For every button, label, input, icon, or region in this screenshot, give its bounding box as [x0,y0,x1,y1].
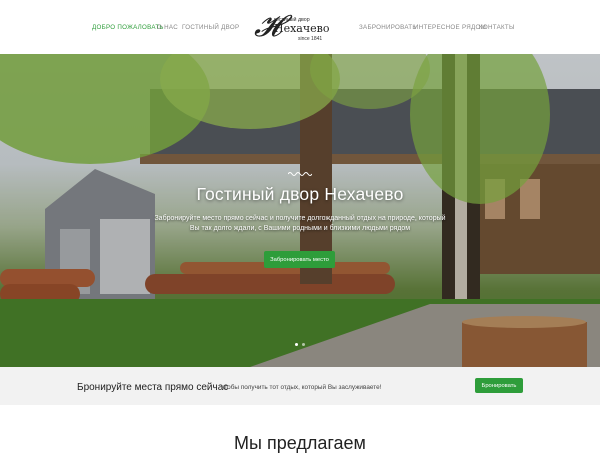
slider-dot-2[interactable] [302,343,305,346]
nav-book[interactable]: ЗАБРОНИРОВАТЬ [359,24,417,31]
nav-contacts[interactable]: КОНТАКТЫ [479,24,515,31]
site-logo[interactable]: 𝓗 гостиный двор Нехачево since 1841 [254,10,334,44]
logo-since-text: since 1841 [298,36,323,42]
slider-dot-1[interactable] [295,343,298,346]
hero-title: Гостиный двор Нехачево [196,184,404,204]
nav-welcome[interactable]: ДОБРО ПОЖАЛОВАТЬ [92,24,164,31]
booking-note: чтобы получить тот отдых, который Вы зас… [221,384,382,391]
nav-guest-house[interactable]: ГОСТИНЫЙ ДВОР [182,24,239,31]
site-header: ДОБРО ПОЖАЛОВАТЬ О НАС ГОСТИНЫЙ ДВОР 𝓗 г… [0,0,600,54]
hero-overlay [0,54,600,367]
wave-divider-icon [288,172,312,176]
hero-book-button[interactable]: Забронировать место [264,251,335,268]
offer-section-title: Мы предлагаем [234,433,366,453]
booking-bar: Бронируйте места прямо сейчас чтобы полу… [0,367,600,405]
booking-button[interactable]: Бронировать [475,378,523,393]
booking-title: Бронируйте места прямо сейчас [77,382,229,393]
logo-main-text: Нехачево [274,22,330,35]
nav-about[interactable]: О НАС [157,24,178,31]
hero-subtitle: Забронируйте место прямо сейчас и получи… [154,215,446,232]
hero-banner: Гостиный двор Нехачево Забронируйте мест… [0,54,600,367]
slider-pagination [293,343,307,347]
nav-nearby[interactable]: ИНТЕРЕСНОЕ РЯДОМ [414,24,486,31]
